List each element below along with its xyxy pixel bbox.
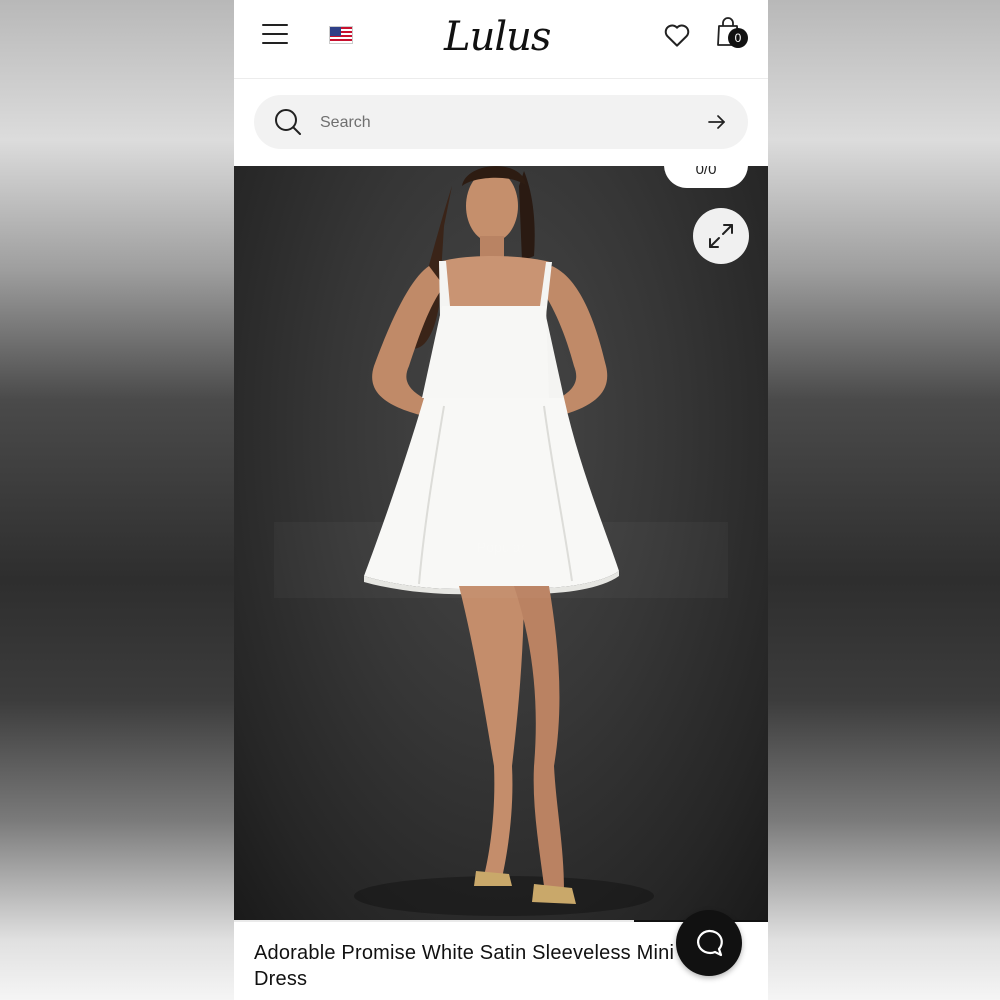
image-watermark: Popular xyxy=(274,522,728,598)
us-flag-icon[interactable] xyxy=(329,26,353,44)
mobile-page: Lulus 0 Search Popular 0/0 Adorable Prom… xyxy=(234,0,768,1000)
right-blur-background xyxy=(768,0,1000,1000)
search-input[interactable] xyxy=(318,109,682,137)
site-header: Lulus 0 xyxy=(234,0,768,79)
heart-icon[interactable] xyxy=(662,20,692,50)
product-image[interactable]: Popular 0/0 xyxy=(234,166,768,920)
cart-count-badge: 0 xyxy=(728,28,748,48)
search-icon xyxy=(275,109,301,135)
gallery-scroll-indicator xyxy=(234,920,768,922)
arrow-right-icon[interactable] xyxy=(706,111,728,133)
expand-button[interactable] xyxy=(693,208,749,264)
chat-bubble-icon xyxy=(697,929,723,957)
product-title: Adorable Promise White Satin Sleeveless … xyxy=(254,942,675,990)
lulus-logo[interactable]: Lulus xyxy=(444,12,559,62)
chat-button[interactable] xyxy=(676,910,742,976)
search-section xyxy=(234,79,768,166)
search-bar[interactable] xyxy=(254,95,748,149)
hamburger-menu-icon[interactable] xyxy=(262,24,288,46)
image-counter-pill[interactable]: 0/0 xyxy=(664,166,748,188)
expand-icon xyxy=(709,224,733,248)
left-blur-background xyxy=(0,0,234,1000)
